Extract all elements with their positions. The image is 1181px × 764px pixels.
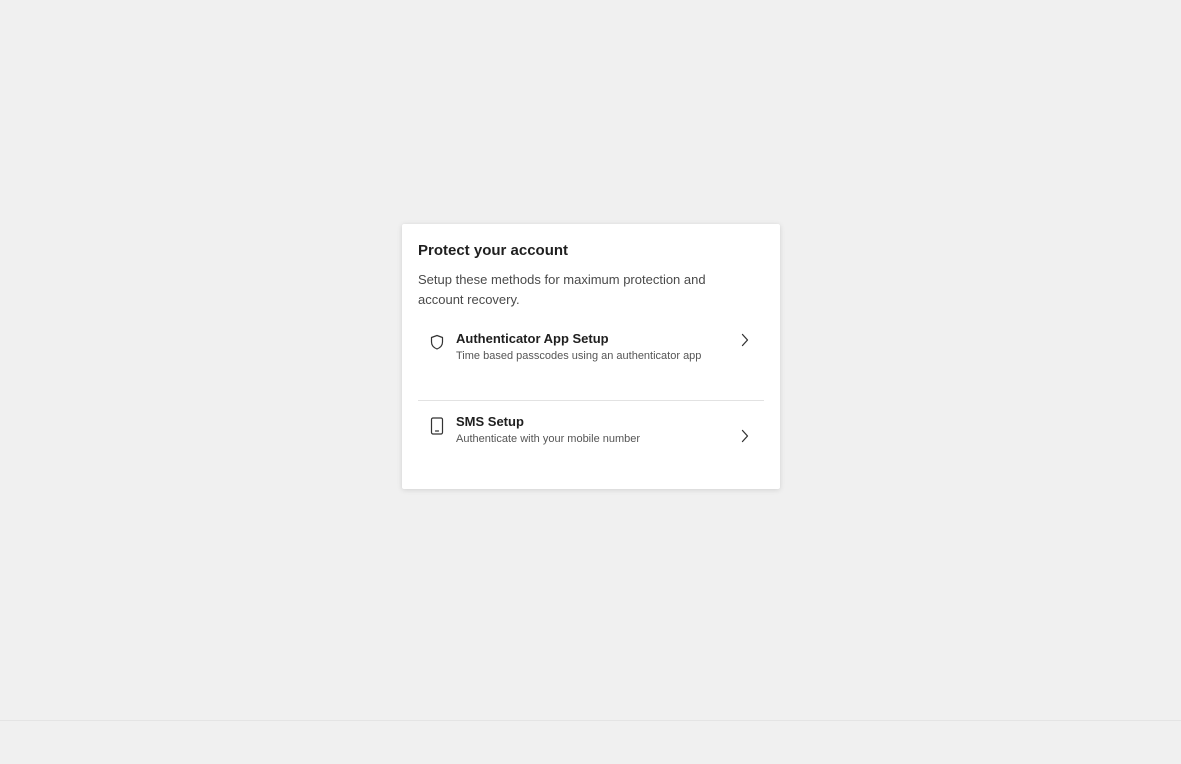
chevron-right-icon (741, 429, 749, 443)
method-subtitle: Authenticate with your mobile number (456, 433, 641, 445)
mobile-phone-icon (430, 417, 444, 435)
method-name: Authenticator App Setup (456, 331, 609, 346)
method-list: Authenticator App Setup Time based passc… (418, 331, 764, 476)
method-text: SMS Setup Authenticate with your mobile … (456, 414, 752, 447)
method-text: Authenticator App Setup Time based passc… (456, 331, 752, 364)
sms-setup-option[interactable]: SMS Setup Authenticate with your mobile … (418, 401, 764, 476)
shield-icon (430, 334, 444, 350)
protect-account-card: Protect your account Setup these methods… (402, 224, 780, 489)
card-title: Protect your account (418, 242, 569, 259)
card-description: Setup these methods for maximum protecti… (418, 272, 706, 307)
footer-divider (0, 720, 1181, 721)
authenticator-app-setup-option[interactable]: Authenticator App Setup Time based passc… (418, 331, 764, 401)
method-name: SMS Setup (456, 414, 524, 429)
method-subtitle: Time based passcodes using an authentica… (456, 350, 702, 362)
page: Protect your account Setup these methods… (0, 0, 1181, 764)
chevron-right-icon (741, 333, 749, 347)
